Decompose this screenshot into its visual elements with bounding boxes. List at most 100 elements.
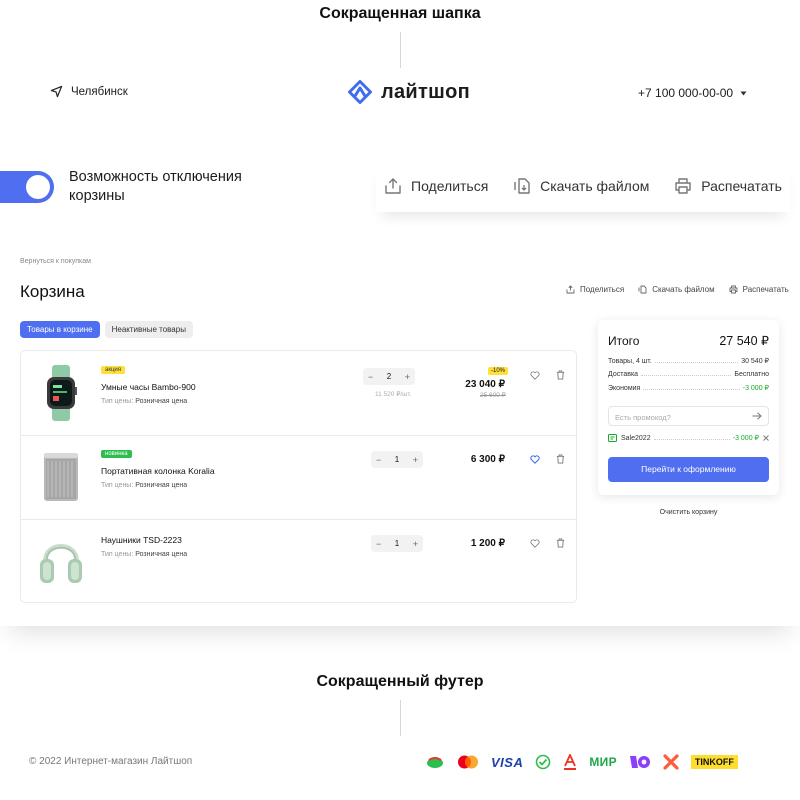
summary-line-value: 30 540 ₽ [741,358,769,365]
price-type-label: Тип цены: [101,398,134,405]
download-file-icon [638,285,647,294]
clear-cart-link[interactable]: Очистить корзину [598,509,779,516]
new-badge: новинка [101,450,132,458]
increase-button[interactable]: + [413,539,418,549]
discount-badge: -10% [488,367,509,375]
price-type-value: Розничная цена [135,551,188,558]
product-name[interactable]: Наушники TSD-2223 [101,535,182,545]
toggle-label: Возможность отключения корзины [69,169,242,204]
summary-line-value: Бесплатно [734,371,769,378]
quantity-value[interactable]: 1 [395,455,399,464]
summary-line: Товары, 4 шт. 30 540 ₽ [608,357,769,365]
divider-line [400,32,401,68]
increase-button[interactable]: + [413,455,418,465]
promo-input[interactable] [609,408,741,427]
quantity-value[interactable]: 2 [387,372,391,381]
remove-coupon-icon[interactable] [763,435,769,441]
coupon-icon [608,434,617,442]
heart-icon[interactable] [530,539,540,548]
old-price: 25 600 ₽ [480,392,506,399]
order-summary: Итого 27 540 ₽ Товары, 4 шт. 30 540 ₽ Дос… [598,320,779,495]
tab-cart-items[interactable]: Товары в корзине [20,321,100,338]
sber-spasibo-icon [425,752,445,772]
share-icon [566,285,575,294]
download-button-large[interactable]: Скачать файлом [513,177,649,195]
copyright: © 2022 Интернет-магазин Лайтшоп [29,756,193,767]
phone-dropdown[interactable]: +7 100 000-00-00 [638,86,747,100]
decrease-button[interactable]: − [376,539,381,549]
quantity-stepper: − 1 + [371,535,423,552]
back-to-shopping-link[interactable]: Вернуться к покупкам [20,258,91,265]
city-selector[interactable]: Челябинск [50,85,128,98]
cart-actions: Поделиться Скачать файлом Распечатать [566,285,789,294]
arrow-right-icon[interactable] [752,412,762,420]
quantity-stepper: − 2 + [363,368,415,385]
checkout-button[interactable]: Перейти к оформлению [608,457,769,482]
header-section-title: Сокращенная шапка [319,5,481,22]
price-type-value: Розничная цена [135,482,188,489]
summary-line-label: Доставка [608,371,639,378]
share-label: Поделиться [580,285,625,294]
visa-icon: VISA [491,754,524,770]
tab-inactive-items[interactable]: Неактивные товары [104,321,193,338]
item-price: 23 040 ₽ [465,379,505,390]
applied-coupon: Sale2022 -3 000 ₽ [608,434,769,442]
share-icon [385,178,401,194]
cart-disable-toggle[interactable] [0,171,54,203]
sbp-icon [535,752,551,772]
printer-icon [675,178,691,194]
trash-icon[interactable] [556,538,565,548]
summary-line: Доставка Бесплатно [608,371,769,378]
price-type: Тип цены: Розничная цена [101,398,187,405]
sale-badge: акция [101,366,125,374]
alfa-bank-icon [563,752,577,772]
heart-icon[interactable] [530,371,540,380]
site-logo[interactable]: лайтшоп [348,80,470,104]
summary-title: Итого [608,334,640,348]
print-button-large[interactable]: Распечатать [674,177,782,195]
price-type-value: Розничная цена [135,398,188,405]
download-button[interactable]: Скачать файлом [638,285,715,294]
page-title: Корзина [20,282,85,301]
item-price: 1 200 ₽ [470,538,505,549]
cart-item: Наушники TSD-2223 Тип цены: Розничная це… [21,519,576,603]
download-label: Скачать файлом [540,178,650,194]
headphones-image [40,544,82,583]
heart-icon-active[interactable] [530,455,540,464]
price-type-label: Тип цены: [101,482,134,489]
cart-tabs: Товары в корзине Неактивные товары [20,321,193,338]
quantity-value[interactable]: 1 [395,539,399,548]
mastercard-icon [457,752,479,772]
product-name[interactable]: Умные часы Bambo-900 [101,382,196,392]
smart-watch-image [47,365,77,421]
printer-icon [729,285,738,294]
payment-methods: VISA МИР TINKOFF [425,752,750,772]
summary-line-label: Экономия [608,385,641,392]
print-button[interactable]: Распечатать [729,285,789,294]
divider-line [400,700,401,736]
halva-icon [663,752,679,772]
quantity-stepper: − 1 + [371,451,423,468]
increase-button[interactable]: + [405,372,410,382]
phone-number: +7 100 000-00-00 [638,86,734,100]
logo-text: лайтшоп [381,80,470,103]
cart-item: новинка Портативная колонка Koralia Тип … [21,435,576,520]
share-button[interactable]: Поделиться [566,285,624,294]
trash-icon[interactable] [556,370,565,380]
print-label: Распечатать [742,285,789,294]
coupon-value: -3 000 ₽ [732,435,759,442]
print-label: Распечатать [701,178,782,194]
trash-icon[interactable] [556,454,565,464]
decrease-button[interactable]: − [368,372,373,382]
decrease-button[interactable]: − [376,455,381,465]
share-button-large[interactable]: Поделиться [384,177,488,195]
logo-icon [348,80,372,104]
city-name: Челябинск [71,85,128,98]
product-name[interactable]: Портативная колонка Koralia [101,466,215,476]
action-bar-enlarged: Поделиться Скачать файлом Распечатать [376,160,790,212]
cart-item: акция Умные часы Bambo-900 Тип цены: Роз… [21,351,576,436]
summary-line: Экономия -3 000 ₽ [608,384,769,392]
price-type: Тип цены: Розничная цена [101,482,187,489]
savings-value: -3 000 ₽ [742,385,769,392]
location-arrow-icon [50,85,63,98]
